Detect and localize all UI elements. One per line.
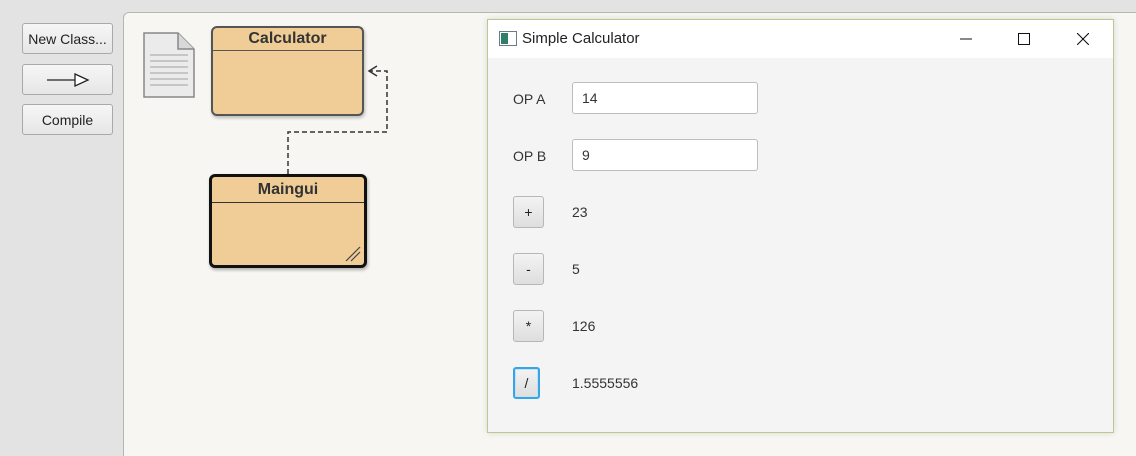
multiply-result: 126: [572, 318, 596, 334]
multiply-button[interactable]: *: [513, 310, 544, 342]
class-maingui[interactable]: Maingui: [209, 174, 367, 268]
resize-handle-icon[interactable]: [342, 243, 362, 263]
app-icon: [499, 31, 517, 46]
maximize-icon: [1018, 33, 1030, 45]
class-name: Maingui: [212, 177, 364, 203]
minimize-icon: [960, 38, 972, 40]
divide-result: 1.5555556: [572, 375, 639, 391]
close-icon: [1077, 33, 1089, 45]
add-button[interactable]: +: [513, 196, 544, 228]
maximize-button[interactable]: [995, 20, 1053, 58]
simple-calculator-window: Simple Calculator OP A OP B + 23 - 5 * 1…: [487, 19, 1114, 433]
subtract-button[interactable]: -: [513, 253, 544, 285]
op-a-label: OP A: [513, 91, 546, 107]
op-b-input[interactable]: [572, 139, 758, 171]
add-result: 23: [572, 204, 588, 220]
class-calculator[interactable]: Calculator: [211, 26, 364, 116]
subtract-result: 5: [572, 261, 580, 277]
divide-button[interactable]: /: [513, 367, 540, 399]
window-titlebar[interactable]: Simple Calculator: [488, 20, 1113, 58]
op-b-label: OP B: [513, 148, 547, 164]
op-a-input[interactable]: [572, 82, 758, 114]
window-title: Simple Calculator: [522, 30, 640, 47]
minimize-button[interactable]: [937, 20, 995, 58]
close-button[interactable]: [1054, 20, 1112, 58]
class-name: Calculator: [213, 28, 362, 51]
